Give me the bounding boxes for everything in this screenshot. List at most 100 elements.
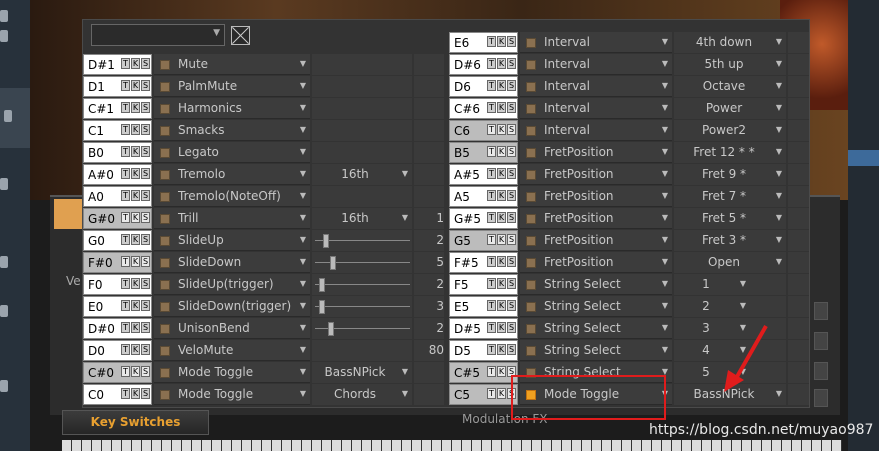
param1[interactable]: Open ▼ [674,252,786,273]
param1[interactable] [312,98,412,119]
tks-k-button[interactable]: K [497,146,506,157]
function-dropdown[interactable]: Mode Toggle ▼ [154,362,310,383]
tks-t-button[interactable]: T [121,300,130,311]
note-label[interactable]: C#5 T K S [449,362,518,383]
enable-checkbox[interactable] [160,368,170,378]
tks-s-button[interactable]: S [141,80,150,91]
function-dropdown[interactable]: FretPosition ▼ [520,230,672,251]
param1[interactable] [312,230,412,251]
strip-icon[interactable] [0,380,8,392]
tks-s-button[interactable]: S [141,212,150,223]
tks-t-button[interactable]: T [121,124,130,135]
note-label[interactable]: C1 T K S [83,120,152,141]
tks-t-button[interactable]: T [487,366,496,377]
param1[interactable]: 1 ▼ [674,274,786,295]
tks-k-button[interactable]: K [497,190,506,201]
function-dropdown[interactable]: FretPosition ▼ [520,252,672,273]
function-dropdown[interactable]: Trill ▼ [154,208,310,229]
function-dropdown[interactable]: String Select ▼ [520,340,672,361]
tks-t-button[interactable]: T [487,124,496,135]
tks-t-button[interactable]: T [487,146,496,157]
tks-t-button[interactable]: T [487,190,496,201]
param1[interactable]: BassNPick ▼ [312,362,412,383]
tks-k-button[interactable]: K [497,278,506,289]
tks-t-button[interactable]: T [487,36,496,47]
tks-k-button[interactable]: K [497,58,506,69]
tks-k-button[interactable]: K [131,212,140,223]
tks-k-button[interactable]: K [131,102,140,113]
enable-checkbox[interactable] [526,302,536,312]
tks-k-button[interactable]: K [497,344,506,355]
function-dropdown[interactable]: Interval ▼ [520,54,672,75]
tks-s-button[interactable]: S [141,146,150,157]
enable-checkbox[interactable] [160,126,170,136]
param2[interactable] [414,384,444,405]
enable-checkbox[interactable] [526,82,536,92]
tks-t-button[interactable]: T [121,102,130,113]
tks-t-button[interactable]: T [121,190,130,201]
tks-s-button[interactable]: S [141,388,150,399]
tks-k-button[interactable]: K [131,278,140,289]
tks-k-button[interactable]: K [131,234,140,245]
function-dropdown[interactable]: FretPosition ▼ [520,208,672,229]
tks-k-button[interactable]: K [497,212,506,223]
note-label[interactable]: F#0 T K S [83,252,152,273]
tks-k-button[interactable]: K [131,168,140,179]
note-label[interactable]: D1 T K S [83,76,152,97]
param2[interactable] [788,186,809,207]
enable-checkbox[interactable] [160,170,170,180]
enable-checkbox[interactable] [160,346,170,356]
enable-checkbox[interactable] [160,258,170,268]
note-label[interactable]: G#0 T K S [83,208,152,229]
function-dropdown[interactable]: Interval ▼ [520,76,672,97]
function-dropdown[interactable]: VeloMute ▼ [154,340,310,361]
param2[interactable] [788,296,809,317]
tks-s-button[interactable]: S [141,344,150,355]
param1[interactable]: Fret 3 * ▼ [674,230,786,251]
tks-s-button[interactable]: S [507,146,516,157]
param2[interactable]: 3 [414,296,444,317]
tks-k-button[interactable]: K [497,234,506,245]
param2[interactable]: 2 [414,318,444,339]
param1[interactable]: Fret 9 * ▼ [674,164,786,185]
slider-thumb[interactable] [322,234,329,248]
param1[interactable] [312,274,412,295]
enable-checkbox[interactable] [526,148,536,158]
function-dropdown[interactable]: SlideDown(trigger) ▼ [154,296,310,317]
enable-checkbox[interactable] [160,82,170,92]
enable-checkbox[interactable] [526,192,536,202]
slider-thumb[interactable] [328,322,335,336]
tks-t-button[interactable]: T [121,212,130,223]
param1[interactable]: 4th down ▼ [674,32,786,53]
preset-dropdown[interactable]: ▼ [91,24,225,46]
param2[interactable] [788,98,809,119]
enable-checkbox[interactable] [526,170,536,180]
tks-s-button[interactable]: S [507,234,516,245]
orange-tab[interactable] [54,199,84,229]
note-label[interactable]: C#6 T K S [449,98,518,119]
tks-k-button[interactable]: K [497,168,506,179]
tks-s-button[interactable]: S [141,168,150,179]
tks-t-button[interactable]: T [121,58,130,69]
function-dropdown[interactable]: SlideUp ▼ [154,230,310,251]
param1[interactable]: Power2 ▼ [674,120,786,141]
note-label[interactable]: G5 T K S [449,230,518,251]
note-label[interactable]: A5 T K S [449,186,518,207]
function-dropdown[interactable]: PalmMute ▼ [154,76,310,97]
param1[interactable]: Power ▼ [674,98,786,119]
tks-k-button[interactable]: K [131,58,140,69]
tks-t-button[interactable]: T [487,58,496,69]
function-dropdown[interactable]: Mode Toggle ▼ [154,384,310,405]
note-label[interactable]: D#0 T K S [83,318,152,339]
param2[interactable] [788,164,809,185]
tks-k-button[interactable]: K [131,388,140,399]
enable-checkbox[interactable] [526,258,536,268]
param2[interactable] [788,54,809,75]
enable-checkbox[interactable] [160,104,170,114]
tks-k-button[interactable]: K [497,102,506,113]
tks-t-button[interactable]: T [121,80,130,91]
enable-checkbox[interactable] [160,148,170,158]
param1[interactable]: 16th ▼ [312,164,412,185]
function-dropdown[interactable]: Interval ▼ [520,120,672,141]
enable-checkbox[interactable] [160,236,170,246]
